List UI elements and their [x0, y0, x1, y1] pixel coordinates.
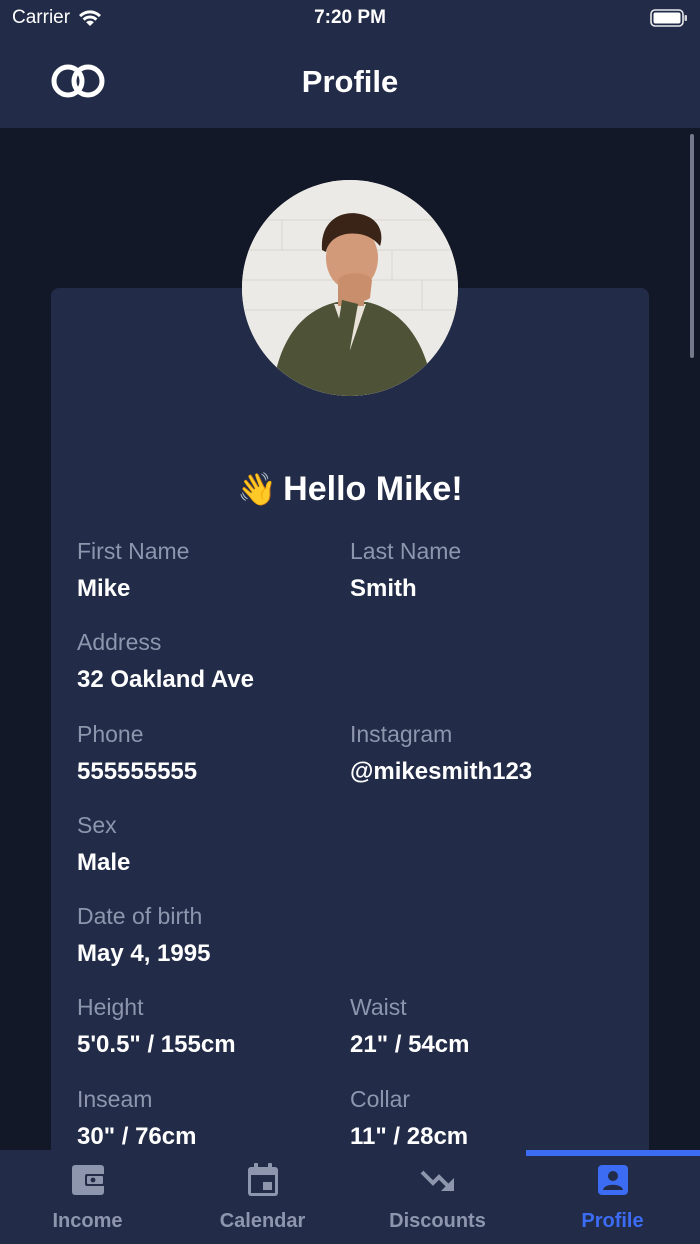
- address-label: Address: [77, 629, 162, 655]
- height-label: Height: [77, 994, 144, 1020]
- height-value: 5'0.5" / 155cm: [77, 1031, 236, 1058]
- sex-label: Sex: [77, 812, 117, 838]
- tab-discounts[interactable]: Discounts: [350, 1150, 525, 1244]
- greeting-text: Hello Mike!: [283, 470, 463, 508]
- app-header: Carrier 7:20 PM Profile: [0, 0, 700, 128]
- page-title: Profile: [301, 64, 399, 99]
- waist-label: Waist: [350, 994, 407, 1020]
- calendar-icon: [247, 1162, 279, 1198]
- first-name-label: First Name: [77, 538, 190, 564]
- tab-discounts-label: Discounts: [389, 1210, 486, 1232]
- inseam-label: Inseam: [77, 1086, 153, 1112]
- phone-value: 555555555: [77, 758, 198, 785]
- bottom-tab-bar: Income Calendar Discounts Profile: [0, 1150, 700, 1244]
- trending-down-icon: [420, 1162, 456, 1198]
- greeting-heading: 👋 Hello Mike!: [0, 470, 700, 509]
- account-box-icon: [597, 1162, 629, 1198]
- tab-profile[interactable]: Profile: [525, 1150, 700, 1244]
- dob-label: Date of birth: [77, 903, 203, 929]
- dob-value: May 4, 1995: [77, 940, 211, 967]
- sex-value: Male: [77, 849, 131, 876]
- scrollbar[interactable]: [690, 134, 694, 358]
- last-name-label: Last Name: [350, 538, 462, 564]
- active-tab-indicator: [526, 1150, 700, 1156]
- address-value: 32 Oakland Ave: [77, 666, 254, 693]
- waving-hand-icon: 👋: [237, 470, 278, 508]
- tab-profile-label: Profile: [581, 1210, 644, 1232]
- inseam-value: 30" / 76cm: [77, 1123, 197, 1150]
- tab-income[interactable]: Income: [0, 1150, 175, 1244]
- tab-calendar[interactable]: Calendar: [175, 1150, 350, 1244]
- instagram-label: Instagram: [350, 721, 453, 747]
- tab-income-label: Income: [52, 1210, 123, 1232]
- clock: 7:20 PM: [314, 7, 386, 28]
- battery-icon: [650, 8, 688, 34]
- instagram-value: @mikesmith123: [350, 758, 533, 785]
- status-bar: Carrier 7:20 PM: [0, 0, 700, 36]
- wallet-icon: [71, 1162, 105, 1198]
- avatar[interactable]: [242, 180, 458, 396]
- last-name-value: Smith: [350, 575, 417, 602]
- waist-value: 21" / 54cm: [350, 1031, 470, 1058]
- phone-label: Phone: [77, 721, 144, 747]
- collar-label: Collar: [350, 1086, 411, 1112]
- tab-calendar-label: Calendar: [219, 1210, 306, 1232]
- first-name-value: Mike: [77, 575, 131, 602]
- collar-value: 11" / 28cm: [350, 1123, 469, 1150]
